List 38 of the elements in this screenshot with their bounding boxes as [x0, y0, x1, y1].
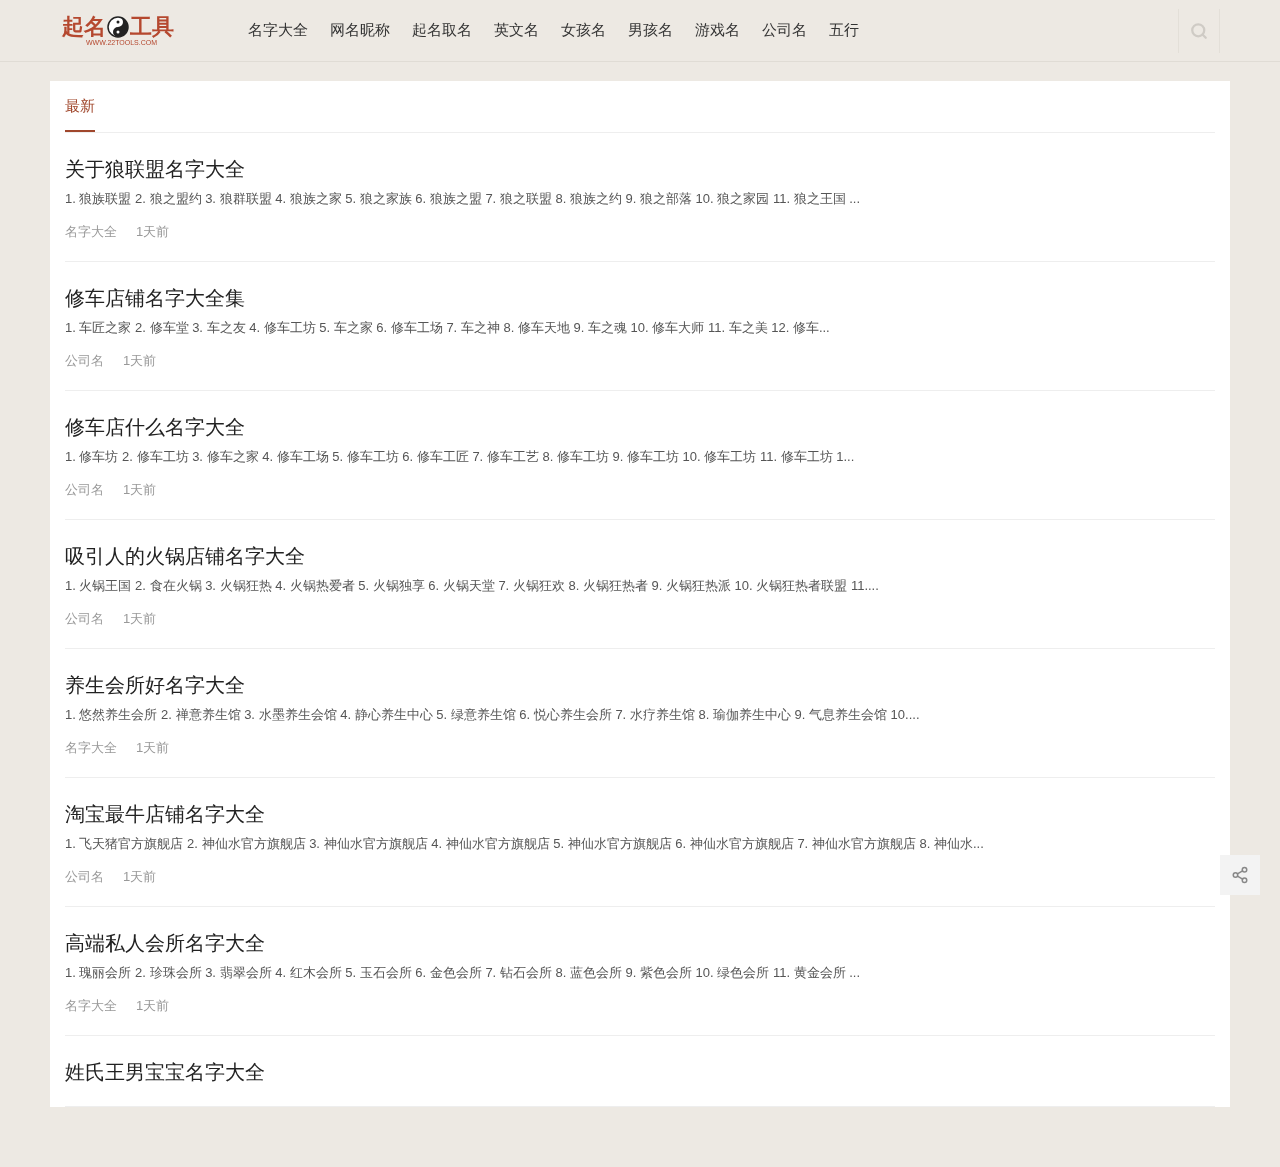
post-time: 1天前: [136, 738, 170, 757]
article-title[interactable]: 姓氏王男宝宝名字大全: [65, 1057, 1215, 1086]
nav-link[interactable]: 公司名: [762, 19, 807, 42]
nav-link[interactable]: 名字大全: [248, 19, 308, 42]
article-title[interactable]: 修车店铺名字大全集: [65, 283, 1215, 312]
article-title[interactable]: 吸引人的火锅店铺名字大全: [65, 541, 1215, 570]
nav-link[interactable]: 网名昵称: [330, 19, 390, 42]
nav-link[interactable]: 起名取名: [412, 19, 472, 42]
post-time: 1天前: [136, 222, 170, 241]
post-time: 1天前: [123, 480, 157, 499]
nav-link[interactable]: 游戏名: [695, 19, 740, 42]
search-icon: [1190, 21, 1208, 40]
post-time: 1天前: [136, 996, 170, 1015]
article-excerpt: 1. 车匠之家 2. 修车堂 3. 车之友 4. 修车工坊 5. 车之家 6. 修车工场 7. 车之神 8. 修车天地 9. 车之魂 10. 修车大师 11. 车之美 12. 修车...: [65, 318, 831, 337]
article-title[interactable]: 高端私人会所名字大全: [65, 928, 1215, 957]
article-excerpt: 1. 火锅王国 2. 食在火锅 3. 火锅狂热 4. 火锅热爱者 5. 火锅独享 6. 火锅天堂 7. 火锅狂欢 8. 火锅狂热者 9. 火锅狂热派 10. 火锅狂热者联盟 11....: [65, 576, 880, 595]
article-title[interactable]: 关于狼联盟名字大全: [65, 154, 1215, 183]
nav-link[interactable]: 女孩名: [561, 19, 606, 42]
article-title[interactable]: 养生会所好名字大全: [65, 670, 1215, 699]
article-excerpt: 1. 悠然养生会所 2. 禅意养生馆 3. 水墨养生会馆 4. 静心养生中心 5. 绿意养生馆 6. 悦心养生会所 7. 水疗养生馆 8. 瑜伽养生中心 9. 气息养生会馆 10....: [65, 705, 921, 724]
logo-text[interactable]: 起名: [62, 15, 106, 38]
logo-text[interactable]: 工具: [130, 15, 174, 38]
nav-link[interactable]: 五行: [829, 19, 859, 42]
post-time: 1天前: [123, 609, 157, 628]
article-excerpt: 1. 瑰丽会所 2. 珍珠会所 3. 翡翠会所 4. 红木会所 5. 玉石会所 6. 金色会所 7. 钻石会所 8. 蓝色会所 9. 紫色会所 10. 绿色会所 11. 黄金会所 ...: [65, 963, 862, 982]
tab[interactable]: 最新: [65, 95, 95, 132]
article-excerpt: 1. 修车坊 2. 修车工坊 3. 修车之家 4. 修车工场 5. 修车工坊 6. 修车工匠 7. 修车工艺 8. 修车工坊 9. 修车工坊 10. 修车工坊 11. 修车工坊 1...: [65, 447, 856, 466]
nav-link[interactable]: 英文名: [494, 19, 539, 42]
article-excerpt: 1. 飞天猪官方旗舰店 2. 神仙水官方旗舰店 3. 神仙水官方旗舰店 4. 神仙水官方旗舰店 5. 神仙水官方旗舰店 6. 神仙水官方旗舰店 7. 神仙水官方旗舰店 8. 神仙水...: [65, 834, 985, 853]
post-time: 1天前: [123, 867, 157, 886]
article-title[interactable]: 淘宝最牛店铺名字大全: [65, 799, 1215, 828]
share-icon: [1231, 866, 1249, 884]
article-excerpt: 1. 狼族联盟 2. 狼之盟约 3. 狼群联盟 4. 狼族之家 5. 狼之家族 6. 狼族之盟 7. 狼之联盟 8. 狼族之约 9. 狼之部落 10. 狼之家园 11. 狼之王国 ...: [65, 189, 862, 208]
article-title[interactable]: 修车店什么名字大全: [65, 412, 1215, 441]
nav-link[interactable]: 男孩名: [628, 19, 673, 42]
yin-yang-icon: [107, 15, 129, 38]
share-button[interactable]: [1220, 855, 1260, 895]
post-time: 1天前: [123, 351, 157, 370]
